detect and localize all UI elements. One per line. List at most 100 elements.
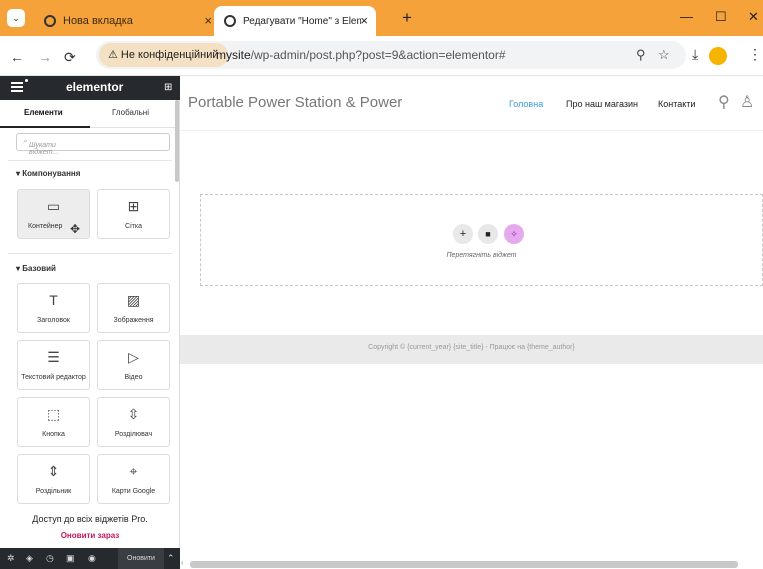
widget-grid[interactable]: ⊞ Сітка	[97, 189, 170, 239]
layers-icon[interactable]: ◈	[26, 553, 33, 564]
chevron-up-icon[interactable]: ⌃	[167, 553, 175, 564]
button-icon: ⬚	[46, 406, 61, 422]
globe-icon	[224, 15, 236, 27]
apps-grid-icon[interactable]: ⊞	[164, 82, 172, 93]
panel-header: elementor ⊞	[0, 76, 180, 100]
update-button[interactable]: Оновити	[118, 548, 164, 569]
widget-label: Карти Google	[111, 488, 156, 495]
widget-video[interactable]: ▷ Відео	[97, 340, 170, 390]
menu-dots-icon[interactable]: ⋮	[748, 46, 762, 63]
widget-button[interactable]: ⬚ Кнопка	[17, 397, 90, 447]
scroll-left-icon[interactable]: ‹	[181, 560, 183, 567]
panel-tabs: Елементи Глобальні	[0, 100, 180, 128]
widget-google-maps[interactable]: ⌖ Карти Google	[97, 454, 170, 504]
elementor-panel: elementor ⊞ Елементи Глобальні ⌕ Шукати …	[0, 76, 180, 569]
bookmark-star-icon[interactable]: ☆	[658, 47, 670, 63]
tab-elementor-editor[interactable]: Редагувати "Home" з Elemento ×	[214, 6, 376, 36]
widget-label: Заголовок	[37, 317, 70, 324]
divider-icon: ⇳	[127, 406, 140, 422]
copyright-text: Copyright © {current_year} {site_title} …	[368, 344, 575, 351]
hamburger-menu-icon[interactable]	[11, 82, 23, 92]
url-path: /wp-admin/post.php?post=9&action=element…	[250, 48, 506, 62]
security-warning[interactable]: ⚠ Не конфіденційний	[99, 43, 228, 67]
elementor-logo: elementor	[66, 80, 124, 94]
site-footer: Copyright © {current_year} {site_title} …	[180, 335, 763, 364]
address-bar[interactable]: ⚠ Не конфіденційний mysite/wp-admin/post…	[96, 41, 686, 69]
notification-dot	[25, 79, 28, 82]
heading-icon: T	[49, 292, 58, 308]
move-cursor-icon: ✥	[70, 222, 81, 236]
tab-close-icon[interactable]: ×	[360, 13, 368, 28]
widget-label: Текстовий редактор	[21, 374, 86, 381]
widget-label: Кнопка	[42, 431, 65, 438]
google-maps-icon: ⌖	[129, 463, 138, 479]
container-icon: ▭	[46, 198, 61, 214]
panel-footer: ✲ ◈ ◷ ▣ ◉ Оновити ⌃	[0, 548, 180, 569]
spacer-icon: ⇕	[47, 463, 60, 479]
widget-label: Розділювач	[114, 431, 153, 438]
reload-icon[interactable]: ⟳	[64, 49, 76, 66]
search-placeholder: ⌕ Шукати віджет...	[23, 138, 59, 156]
pro-promo-text: Доступ до всіх віджетів Pro.	[32, 514, 148, 524]
responsive-icon[interactable]: ▣	[66, 553, 75, 564]
settings-gear-icon[interactable]: ✲	[7, 553, 15, 564]
browser-tab-bar: ⌄ Нова вкладка × Редагувати "Home" з Ele…	[0, 0, 763, 36]
preview-canvas: Portable Power Station & Power Головна П…	[180, 76, 763, 569]
url-host: mysite	[216, 48, 251, 62]
minimize-button[interactable]: —	[680, 9, 693, 24]
section-layout-title[interactable]: ▾ Компонування	[16, 169, 80, 178]
site-title: Portable Power Station & Power	[188, 94, 403, 111]
security-label: Не конфіденційний	[120, 49, 219, 61]
user-icon[interactable]: ♙	[740, 92, 754, 112]
widget-heading[interactable]: T Заголовок	[17, 283, 90, 333]
widget-label: Роздільник	[35, 488, 72, 495]
download-icon[interactable]: ⤓	[692, 46, 698, 63]
active-tab-indicator	[0, 126, 90, 128]
divider	[8, 253, 172, 254]
tab-label: Нова вкладка	[63, 15, 133, 27]
upgrade-link[interactable]: Оновити зараз	[14, 531, 166, 540]
widget-search-input[interactable]: ⌕ Шукати віджет...	[16, 133, 170, 156]
maximize-button[interactable]: ☐	[715, 9, 727, 25]
url-text[interactable]: mysite/wp-admin/post.php?post=9&action=e…	[216, 41, 506, 69]
history-icon[interactable]: ◷	[46, 553, 54, 564]
widget-image[interactable]: ▨ Зображення	[97, 283, 170, 333]
ai-sparkle-icon[interactable]: ✧	[504, 224, 524, 244]
widget-label: Зображення	[113, 317, 154, 324]
address-toolbar: ← → ⟳ ⚠ Не конфіденційний mysite/wp-admi…	[0, 36, 763, 76]
profile-avatar[interactable]	[709, 47, 727, 65]
tab-elements[interactable]: Елементи	[24, 108, 63, 117]
widget-label: Сітка	[125, 223, 142, 230]
image-icon: ▨	[126, 292, 141, 308]
panel-scrollbar[interactable]	[175, 100, 179, 182]
tab-search-icon[interactable]: ⌄	[7, 9, 25, 27]
horizontal-scrollbar[interactable]	[190, 561, 738, 568]
zoom-icon[interactable]: ⚲	[636, 47, 646, 63]
video-icon: ▷	[128, 349, 139, 365]
nav-item-contacts[interactable]: Контакти	[658, 99, 695, 109]
widget-text-editor[interactable]: ☰ Текстовий редактор	[17, 340, 90, 390]
section-basic-title[interactable]: ▾ Базовий	[16, 264, 56, 273]
forward-arrow-icon[interactable]: →	[38, 49, 52, 65]
nav-item-about[interactable]: Про наш магазин	[566, 99, 638, 109]
new-tab-button[interactable]: +	[402, 8, 412, 28]
tab-new-tab[interactable]: Нова вкладка ×	[34, 6, 220, 36]
widget-label: Відео	[124, 374, 143, 381]
search-icon[interactable]: ⚲	[718, 92, 730, 112]
divider	[8, 160, 172, 161]
widget-drop-zone[interactable]: + ■ ✧ Перетягніть віджет	[200, 194, 763, 286]
tab-close-icon[interactable]: ×	[204, 13, 212, 28]
preview-eye-icon[interactable]: ◉	[88, 553, 96, 564]
back-arrow-icon[interactable]: ←	[10, 49, 24, 65]
tab-label: Редагувати "Home" з Elemento	[243, 15, 361, 27]
grid-icon: ⊞	[127, 198, 140, 214]
nav-item-home[interactable]: Головна	[509, 99, 543, 109]
header-divider	[180, 130, 763, 131]
add-section-plus-icon[interactable]: +	[453, 224, 473, 244]
widget-spacer[interactable]: ⇕ Роздільник	[17, 454, 90, 504]
template-folder-icon[interactable]: ■	[478, 224, 498, 244]
tab-global[interactable]: Глобальні	[112, 108, 149, 117]
widget-container[interactable]: ▭ Контейнер ✥	[17, 189, 90, 239]
widget-divider[interactable]: ⇳ Розділювач	[97, 397, 170, 447]
close-window-button[interactable]: ✕	[748, 9, 759, 25]
